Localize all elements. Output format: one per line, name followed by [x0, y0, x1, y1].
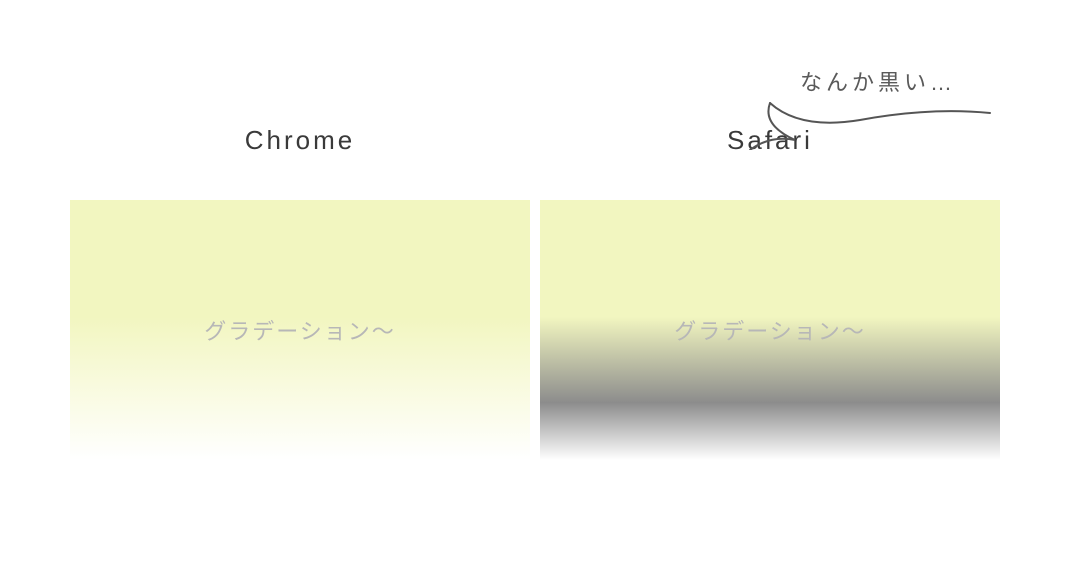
gradient-sample-chrome: グラデーション〜 [70, 200, 530, 460]
speech-tail-icon [740, 95, 1000, 150]
gradient-sample-safari-label: グラデーション〜 [674, 314, 866, 346]
panel-chrome: Chrome グラデーション〜 [70, 120, 530, 460]
callout-text: なんか黒い… [800, 65, 956, 97]
panel-safari: Safari グラデーション〜 [540, 120, 1000, 460]
callout: なんか黒い… [740, 65, 1040, 155]
panel-chrome-title: Chrome [70, 120, 530, 180]
comparison-diagram: Chrome グラデーション〜 Safari グラデーション〜 なんか黒い… [0, 0, 1067, 576]
gradient-sample-chrome-label: グラデーション〜 [204, 314, 396, 346]
gradient-sample-safari: グラデーション〜 [540, 200, 1000, 460]
